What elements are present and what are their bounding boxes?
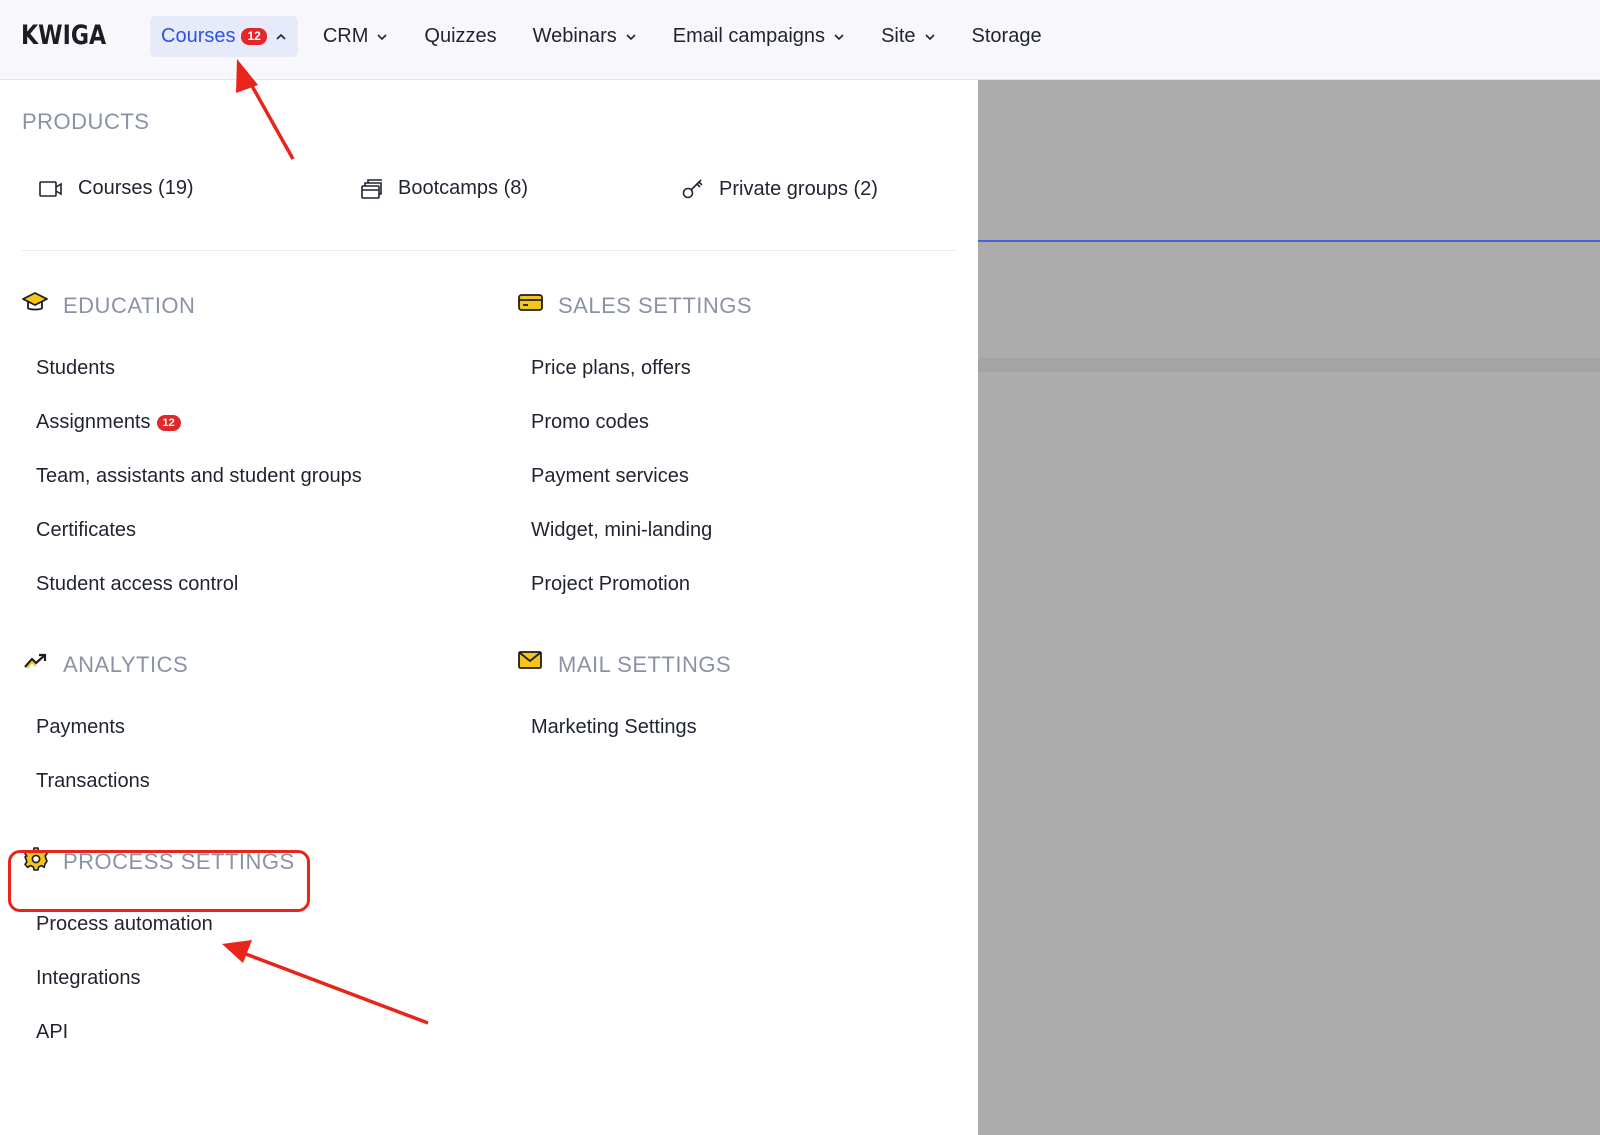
nav-crm-label: CRM <box>322 25 369 47</box>
assignments-label: Assignments <box>36 411 151 433</box>
top-navigation-bar: KWIGA Courses 12 CRM Quizzes Webinars Em… <box>0 0 1600 80</box>
bootcamp-cards-icon <box>361 178 382 199</box>
products-divider <box>21 250 956 251</box>
education-heading: EDUCATION <box>63 293 196 318</box>
graduation-cap-icon <box>22 292 48 311</box>
overlay-band <box>978 358 1600 372</box>
marketing-settings-link[interactable]: Marketing Settings <box>531 716 697 739</box>
analytics-heading: ANALYTICS <box>63 652 189 677</box>
chevron-down-icon <box>834 33 844 40</box>
nav-email-campaigns[interactable]: Email campaigns <box>662 16 856 57</box>
video-camera-icon <box>39 180 62 197</box>
nav-quizzes[interactable]: Quizzes <box>413 16 507 57</box>
overlay-divider-line <box>978 240 1600 242</box>
products-private-groups-link[interactable]: Private groups (2) <box>681 177 878 201</box>
chevron-down-icon <box>626 33 636 40</box>
nav-courses-label: Courses <box>161 25 236 47</box>
process-automation-link[interactable]: Process automation <box>36 913 213 936</box>
process-settings-highlight <box>8 850 310 912</box>
nav-storage-label: Storage <box>971 25 1042 47</box>
nav-webinars[interactable]: Webinars <box>522 16 648 57</box>
products-courses-link[interactable]: Courses (19) <box>38 177 194 200</box>
products-heading: PRODUCTS <box>22 109 150 134</box>
products-courses-label: Courses (19) <box>78 177 194 199</box>
project-promotion-link[interactable]: Project Promotion <box>531 573 690 596</box>
kwiga-logo[interactable]: KWIGA <box>21 20 106 51</box>
mail-settings-heading: MAIL SETTINGS <box>558 652 732 677</box>
students-link[interactable]: Students <box>36 357 115 380</box>
page-overlay[interactable] <box>978 80 1600 1135</box>
api-link[interactable]: API <box>36 1021 68 1044</box>
nav-webinars-label: Webinars <box>532 25 617 47</box>
widget-mini-landing-link[interactable]: Widget, mini-landing <box>531 519 712 542</box>
courses-dropdown-menu: PRODUCTS Courses (19) Bootcamps (8) Priv… <box>0 80 978 1135</box>
products-bootcamps-label: Bootcamps (8) <box>398 177 529 199</box>
nav-courses-badge: 12 <box>241 28 267 45</box>
chevron-down-icon <box>924 33 935 40</box>
credit-card-icon <box>518 294 543 311</box>
promo-codes-link[interactable]: Promo codes <box>531 411 649 434</box>
payment-services-link[interactable]: Payment services <box>531 465 689 488</box>
certificates-link[interactable]: Certificates <box>36 519 136 542</box>
transactions-link[interactable]: Transactions <box>36 770 150 793</box>
payments-link[interactable]: Payments <box>36 716 125 739</box>
chevron-up-icon <box>276 33 286 40</box>
nav-quizzes-label: Quizzes <box>424 25 497 47</box>
team-assistants-link[interactable]: Team, assistants and student groups <box>36 465 362 488</box>
student-access-control-link[interactable]: Student access control <box>36 573 238 596</box>
sales-settings-heading: SALES SETTINGS <box>558 293 753 318</box>
nav-site[interactable]: Site <box>870 16 946 57</box>
main-nav: Courses 12 CRM Quizzes Webinars Email ca… <box>150 16 1067 57</box>
nav-crm[interactable]: CRM <box>312 16 400 57</box>
nav-courses[interactable]: Courses 12 <box>150 16 298 57</box>
envelope-icon <box>518 651 542 669</box>
nav-storage[interactable]: Storage <box>961 16 1053 57</box>
integrations-link[interactable]: Integrations <box>36 967 141 990</box>
assignments-link[interactable]: Assignments 12 <box>36 411 181 434</box>
products-private-groups-label: Private groups (2) <box>719 177 878 200</box>
nav-email-label: Email campaigns <box>672 25 826 47</box>
chevron-down-icon <box>377 33 387 40</box>
trending-up-icon <box>24 653 47 669</box>
key-icon <box>682 179 703 199</box>
price-plans-link[interactable]: Price plans, offers <box>531 357 691 380</box>
assignments-badge: 12 <box>156 414 181 431</box>
products-bootcamps-link[interactable]: Bootcamps (8) <box>360 177 528 200</box>
nav-site-label: Site <box>881 25 916 47</box>
